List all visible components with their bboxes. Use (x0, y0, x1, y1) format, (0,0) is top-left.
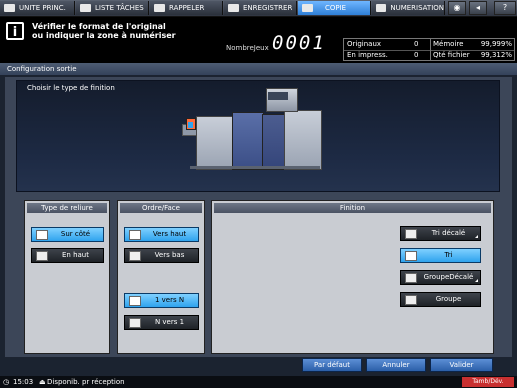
order-1-to-n-icon (129, 295, 141, 306)
originals-value: 0 (414, 40, 419, 48)
tab-scan-label: NUMERISATION (390, 4, 444, 12)
tab-store-label: ENREGISTRER (243, 4, 293, 12)
tab-copy[interactable]: COPIE (298, 1, 371, 15)
offset-group-button[interactable]: GroupeDécalé (400, 270, 481, 285)
tab-job-list-label: LISTE TÂCHES (95, 4, 144, 12)
order-n-to-1-label: N vers 1 (154, 318, 185, 326)
image-title: Choisir le type de finition (27, 84, 115, 92)
main-unit-icon (4, 4, 15, 12)
ok-button[interactable]: Valider (430, 358, 493, 372)
group-label: Groupe (435, 295, 462, 303)
face-down-button[interactable]: Vers bas (124, 248, 199, 263)
section-title: Configuration sortie (0, 63, 517, 75)
scan-icon (376, 4, 387, 12)
binding-type-title: Type de reliure (27, 203, 107, 213)
binding-side-button[interactable]: Sur côté (31, 227, 104, 242)
help-button[interactable]: ? (494, 1, 516, 15)
offset-sort-label: Tri décalé (431, 229, 466, 237)
side-binding-icon (36, 229, 48, 240)
finishing-title: Finition (214, 203, 491, 213)
default-button[interactable]: Par défaut (302, 358, 362, 372)
memory-value: 99,999% (480, 40, 512, 48)
order-1-to-n-label: 1 vers N (154, 296, 185, 304)
tab-main-unit[interactable]: UNITE PRINC. (0, 1, 75, 15)
speaker-icon: ◂ (475, 3, 480, 12)
face-up-icon (129, 229, 141, 240)
globe-icon: ◉ (453, 3, 461, 12)
order-n-to-1-icon (129, 317, 141, 328)
globe-button[interactable]: ◉ (448, 1, 466, 15)
tab-main-unit-label: UNITE PRINC. (19, 4, 66, 12)
sort-icon (405, 250, 417, 261)
printing-value: 0 (414, 51, 419, 59)
printing-label: En impress. (347, 51, 388, 59)
offset-sort-icon (405, 228, 417, 239)
file-value: 99,312% (480, 51, 512, 59)
printer-illustration (180, 88, 322, 170)
offset-sort-button[interactable]: Tri décalé (400, 226, 481, 241)
status-time: 15:03 (13, 378, 34, 386)
top-binding-icon (36, 250, 48, 261)
order-n-to-1-button[interactable]: N vers 1 (124, 315, 199, 330)
job-list-icon (80, 4, 91, 12)
face-down-label: Vers bas (154, 251, 185, 259)
order-1-to-n-button[interactable]: 1 vers N (124, 293, 199, 308)
info-icon: i (6, 22, 24, 40)
cancel-button[interactable]: Annuler (366, 358, 426, 372)
toner-warning-badge[interactable]: Tamb/Dév. (462, 377, 514, 387)
face-up-button[interactable]: Vers haut (124, 227, 199, 242)
recall-icon (154, 4, 165, 12)
tab-store[interactable]: ENREGISTRER (224, 1, 297, 15)
sort-button[interactable]: Tri (400, 248, 481, 263)
job-count-label: NombreJeux (226, 44, 269, 52)
face-up-label: Vers haut (152, 230, 187, 238)
face-down-icon (129, 250, 141, 261)
group-icon (405, 294, 417, 305)
group-button[interactable]: Groupe (400, 292, 481, 307)
binding-type-group: Type de reliure (24, 200, 110, 354)
copy-icon (302, 4, 313, 12)
help-icon: ? (502, 3, 508, 12)
more-options-indicator (475, 235, 478, 238)
tab-recall[interactable]: RAPPELER (150, 1, 223, 15)
tab-recall-label: RAPPELER (169, 4, 205, 12)
message-line-1: Vérifier le format de l'original (32, 22, 166, 31)
top-tab-bar: UNITE PRINC. LISTE TÂCHES RAPPELER ENREG… (0, 0, 517, 17)
more-options-indicator (475, 279, 478, 282)
binding-top-label: En haut (62, 251, 89, 259)
offset-group-label: GroupeDécalé (423, 273, 474, 281)
message-line-2: ou indiquer la zone à numériser (32, 31, 176, 40)
file-label: Qté fichier (430, 50, 470, 61)
toner-warning-label: Tamb/Dév. (472, 378, 504, 385)
store-icon (228, 4, 239, 12)
tab-job-list[interactable]: LISTE TÂCHES (76, 1, 149, 15)
binding-side-label: Sur côté (60, 230, 91, 238)
memory-label: Mémoire (430, 39, 463, 50)
tab-scan[interactable]: NUMERISATION (372, 1, 445, 15)
originals-label: Originaux (347, 40, 382, 48)
status-message: Disponib. pr réception (47, 378, 125, 386)
binding-top-button[interactable]: En haut (31, 248, 104, 263)
order-face-title: Ordre/Face (120, 203, 202, 213)
ready-icon: ⏏ (39, 378, 46, 386)
counters-panel: Originaux 0 Mémoire 99,999% En impress. … (343, 38, 515, 61)
tab-copy-label: COPIE (325, 4, 347, 12)
sort-label: Tri (444, 251, 453, 259)
offset-group-icon (405, 272, 417, 283)
status-bar: ◷ 15:03 ⏏ Disponib. pr réception Tamb/Dé… (0, 376, 517, 388)
job-count-value: 0001 (272, 32, 326, 54)
clock-icon: ◷ (3, 378, 10, 386)
order-face-group: Ordre/Face (117, 200, 205, 354)
volume-button[interactable]: ◂ (469, 1, 487, 15)
